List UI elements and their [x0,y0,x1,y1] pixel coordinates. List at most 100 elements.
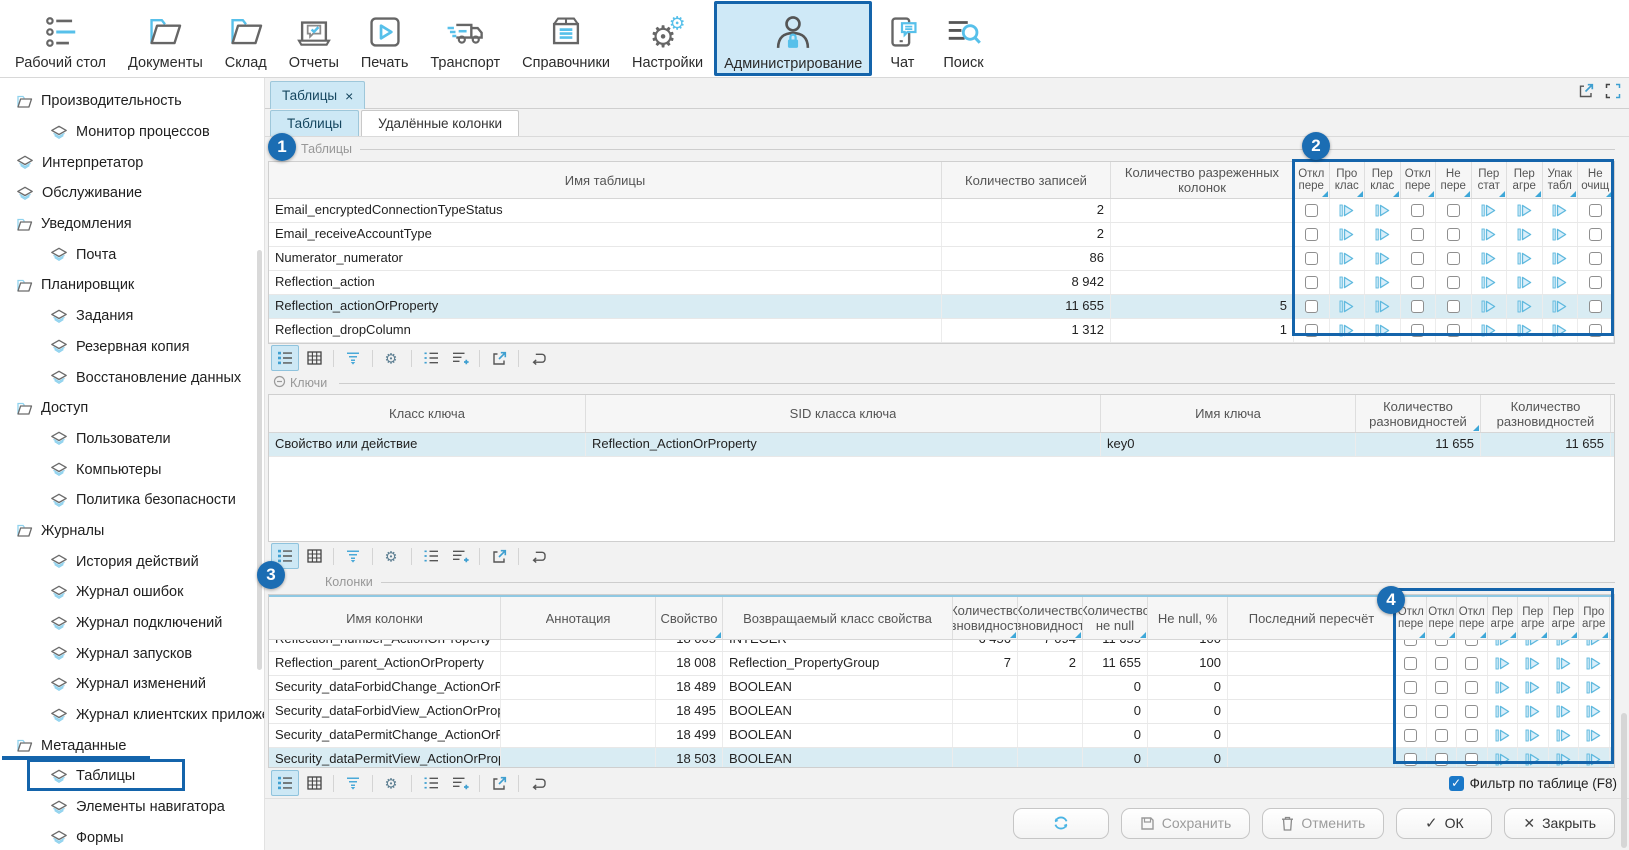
flag-checkbox[interactable] [1436,295,1472,318]
flag-checkbox[interactable] [1436,319,1472,342]
flag-play-button[interactable] [1543,223,1579,246]
table-row[interactable]: Reflection_number_ActionOrProperty18 005… [269,640,1614,652]
flag-play-button[interactable] [1488,652,1519,675]
flag-play-button[interactable] [1488,640,1519,651]
отменить-button[interactable]: Отменить [1262,808,1384,839]
flag-checkbox[interactable] [1396,640,1427,651]
flag-play-button[interactable] [1472,295,1508,318]
table-row[interactable]: Security_dataForbidChange_ActionOrProper… [269,676,1614,700]
sidebar-item-24[interactable]: Формы [0,823,264,850]
sidebar-item-8[interactable]: Резервная копия [0,332,264,363]
column-header[interactable]: Имя колонки [269,597,501,639]
flag-checkbox[interactable] [1396,724,1427,747]
flag-checkbox[interactable] [1457,640,1488,651]
column-header[interactable]: Последний пересчёт [1228,597,1396,639]
toolbar-item-desktop-0[interactable]: Рабочий стол [5,2,116,75]
flag-play-button[interactable] [1549,676,1580,699]
flag-play-button[interactable] [1549,652,1580,675]
flag-checkbox[interactable] [1294,295,1330,318]
reload-button[interactable] [524,345,552,371]
filter-by-table[interactable]: ✓ Фильтр по таблице (F8) [1449,776,1617,791]
sidebar-item-11[interactable]: Пользователи [0,424,264,455]
flag-checkbox[interactable] [1436,223,1472,246]
sidebar-item-20[interactable]: Журнал клиентских приложений [0,700,264,731]
grid-button[interactable] [300,543,328,569]
flag-play-button[interactable] [1472,247,1508,270]
list-add-button[interactable] [446,543,474,569]
flag-checkbox[interactable] [1401,319,1437,342]
flag-play-button[interactable] [1549,724,1580,747]
sidebar-item-14[interactable]: Журналы [0,516,264,547]
toolbar-item-folder-docs-1[interactable]: Документы [118,2,213,75]
subtab-deleted-columns[interactable]: Удалённые колонки [361,110,519,136]
flag-checkbox[interactable] [1427,748,1458,767]
flag-checkbox[interactable] [1401,247,1437,270]
flag-column-header[interactable]: Отклпере [1427,597,1458,639]
refresh-button[interactable] [1013,808,1109,839]
flag-play-button[interactable] [1365,223,1401,246]
sidebar-item-3[interactable]: Обслуживание [0,178,264,209]
flag-play-button[interactable] [1472,199,1508,222]
column-header[interactable]: Количество разновидностей [1481,395,1611,432]
column-header[interactable]: Количество не null [1083,597,1148,639]
flag-play-button[interactable] [1330,199,1366,222]
column-header[interactable]: Количество разреженных колонок [1111,162,1294,198]
flag-checkbox[interactable] [1457,724,1488,747]
numbered-list-button[interactable] [417,345,445,371]
flag-play-button[interactable] [1488,700,1519,723]
column-header[interactable]: Возвращаемый класс свойства [723,597,953,639]
flag-checkbox[interactable] [1436,199,1472,222]
table-row[interactable]: Numerator_numerator86 [269,247,1614,271]
flag-play-button[interactable] [1507,319,1543,342]
flag-column-header[interactable]: Отклпере [1401,162,1437,198]
flag-play-button[interactable] [1330,223,1366,246]
flag-checkbox[interactable] [1457,748,1488,767]
tab-close-icon[interactable]: × [345,88,353,104]
sidebar-item-9[interactable]: Восстановление данных [0,362,264,393]
flag-play-button[interactable] [1518,748,1549,767]
flag-checkbox[interactable] [1294,271,1330,294]
закрыть-button[interactable]: ✕Закрыть [1504,808,1615,839]
table-row[interactable]: Reflection_action8 942 [269,271,1614,295]
toolbar-item-gears-7[interactable]: ⚙⚙Настройки [622,2,713,75]
flag-play-button[interactable] [1488,676,1519,699]
flag-play-button[interactable] [1365,271,1401,294]
sidebar-scrollbar[interactable] [257,250,262,670]
column-header[interactable]: SID класса ключа [586,395,1101,432]
flag-play-button[interactable] [1488,724,1519,747]
column-header[interactable]: Свойство [656,597,723,639]
flag-checkbox[interactable] [1396,700,1427,723]
flag-play-button[interactable] [1579,676,1610,699]
column-header[interactable]: Количество разновидностей [1018,597,1083,639]
flag-checkbox[interactable] [1457,676,1488,699]
table-row[interactable]: Свойство или действиеReflection_ActionOr… [269,433,1614,457]
flag-column-header[interactable]: Проагре [1579,597,1610,639]
numbered-list-button[interactable] [417,543,445,569]
flag-column-header[interactable]: Перстат [1472,162,1508,198]
flag-play-button[interactable] [1330,295,1366,318]
sidebar-item-18[interactable]: Журнал запусков [0,638,264,669]
table-row[interactable]: Security_dataForbidView_ActionOrProperty… [269,700,1614,724]
column-header[interactable]: Имя таблицы [269,162,942,198]
flag-play-button[interactable] [1543,295,1579,318]
flag-checkbox[interactable] [1294,223,1330,246]
list-add-button[interactable] [446,770,474,796]
flag-play-button[interactable] [1472,271,1508,294]
filter-button[interactable] [339,345,367,371]
collapse-icon[interactable] [273,375,286,391]
flag-play-button[interactable] [1579,640,1610,651]
flag-column-header[interactable]: Отклпере [1457,597,1488,639]
flag-checkbox[interactable] [1578,247,1614,270]
sidebar-item-1[interactable]: Монитор процессов [0,117,264,148]
list-add-button[interactable] [446,345,474,371]
flag-play-button[interactable] [1507,295,1543,318]
flag-play-button[interactable] [1330,319,1366,342]
flag-checkbox[interactable] [1396,676,1427,699]
gear-button[interactable]: ⚙ [378,345,406,371]
toolbar-item-report-3[interactable]: Отчеты [279,2,349,75]
grid-button[interactable] [300,345,328,371]
flag-checkbox[interactable] [1294,199,1330,222]
column-header[interactable]: Количество разновидностей [953,597,1018,639]
table-row[interactable]: Reflection_parent_ActionOrProperty18 008… [269,652,1614,676]
flag-column-header[interactable]: Перагре [1507,162,1543,198]
